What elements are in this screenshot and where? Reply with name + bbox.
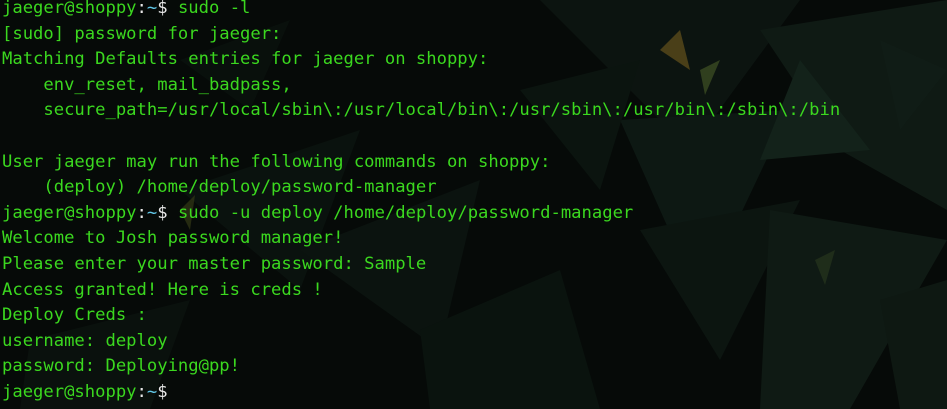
prompt-dollar: $: [157, 381, 168, 402]
output-line: Matching Defaults entries for jaeger on …: [2, 47, 840, 73]
output-text: env_reset, mail_badpass,: [2, 74, 292, 95]
prompt-line: jaeger@shoppy:~$ sudo -l: [2, 0, 840, 22]
prompt-user-host: jaeger@shoppy: [2, 381, 137, 402]
output-line: password: Deploying@pp!: [2, 354, 840, 380]
output-text: Please enter your master password: Sampl…: [2, 253, 427, 274]
prompt-path: ~: [146, 202, 158, 223]
prompt-path: ~: [146, 381, 158, 402]
prompt-line: jaeger@shoppy:~$: [2, 380, 840, 406]
output-text: [sudo] password for jaeger:: [2, 23, 282, 44]
output-line: [sudo] password for jaeger:: [2, 22, 840, 48]
output-line: username: deploy: [2, 329, 840, 355]
output-text: Deploy Creds :: [2, 305, 147, 326]
prompt-dollar: $: [157, 202, 168, 223]
terminal-window[interactable]: jaeger@shoppy:~$ sudo -l [sudo] password …: [0, 0, 947, 409]
output-text: username: deploy: [2, 330, 168, 351]
output-text: secure_path=/usr/local/sbin\:/usr/local/…: [2, 100, 841, 121]
output-line: Access granted! Here is creds !: [2, 278, 840, 304]
command-text: sudo -l: [167, 0, 251, 18]
output-line: secure_path=/usr/local/sbin\:/usr/local/…: [2, 98, 840, 124]
cursor[interactable]: [178, 382, 188, 401]
prompt-separator: :: [136, 381, 147, 402]
prompt-line: jaeger@shoppy:~$ sudo -u deploy /home/de…: [2, 201, 840, 227]
prompt-dollar: $: [157, 0, 168, 18]
output-line: User jaeger may run the following comman…: [2, 150, 840, 176]
prompt-separator: :: [136, 0, 147, 18]
output-text: Access granted! Here is creds !: [2, 279, 323, 300]
output-line: Deploy Creds :: [2, 303, 840, 329]
terminal-output: jaeger@shoppy:~$ sudo -l [sudo] password …: [2, 0, 840, 406]
output-line: Please enter your master password: Sampl…: [2, 252, 840, 278]
output-text: Matching Defaults entries for jaeger on …: [2, 49, 489, 70]
output-line: (deploy) /home/deploy/password-manager: [2, 175, 840, 201]
output-text: User jaeger may run the following comman…: [2, 151, 551, 172]
output-line: Welcome to Josh password manager!: [2, 226, 840, 252]
prompt-separator: :: [136, 202, 147, 223]
prompt-user-host: jaeger@shoppy: [2, 0, 137, 18]
output-text: password: Deploying@pp!: [2, 356, 240, 377]
prompt-user-host: jaeger@shoppy: [2, 202, 137, 223]
output-line: env_reset, mail_badpass,: [2, 73, 840, 99]
command-text: sudo -u deploy /home/deploy/password-man…: [167, 202, 634, 223]
output-text: (deploy) /home/deploy/password-manager: [2, 177, 437, 198]
prompt-path: ~: [146, 0, 158, 18]
command-text: [168, 382, 178, 402]
output-text: Welcome to Josh password manager!: [2, 228, 344, 249]
